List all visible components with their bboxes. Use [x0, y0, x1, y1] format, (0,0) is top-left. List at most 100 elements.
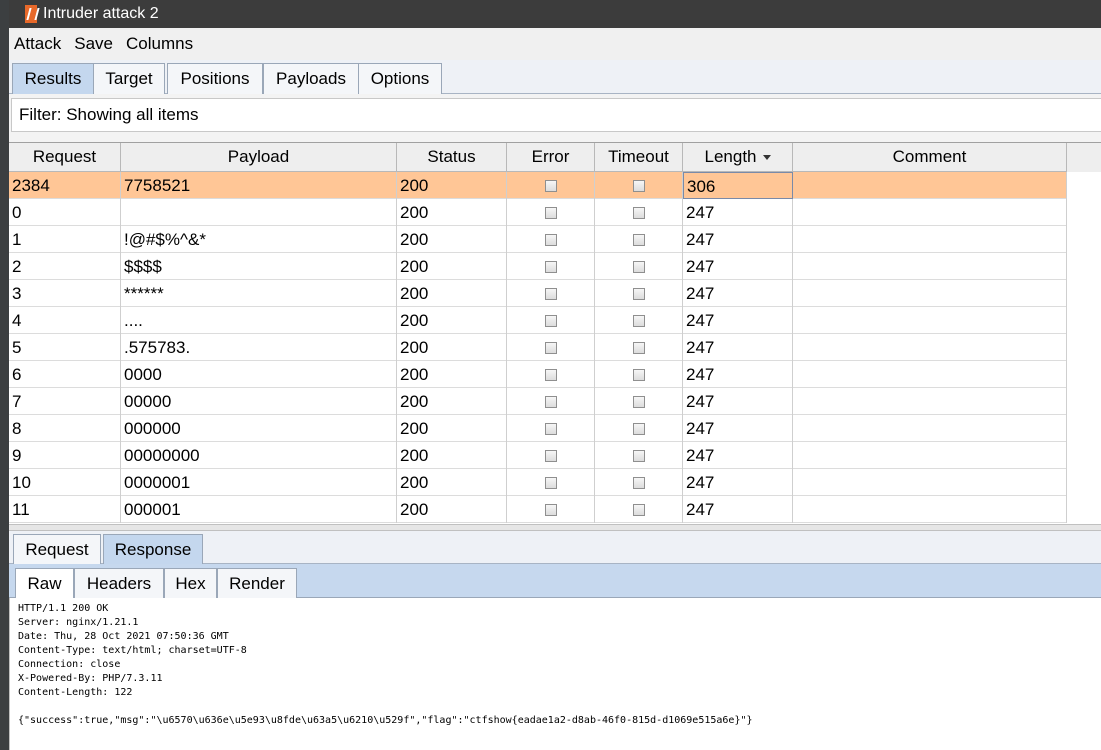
tab-response[interactable]: Response [103, 534, 203, 565]
cell-error [507, 199, 595, 226]
table-row[interactable]: 10 0000001 200 247 [9, 469, 1101, 496]
error-checkbox [544, 233, 557, 246]
cell-payload: $$$$ [121, 253, 397, 280]
column-comment[interactable]: Comment [793, 143, 1067, 172]
column-request[interactable]: Request [9, 143, 121, 172]
error-checkbox [544, 449, 557, 462]
column-error[interactable]: Error [507, 143, 595, 172]
cell-comment [793, 361, 1067, 388]
cell-request: 4 [9, 307, 121, 334]
title-bar: Intruder attack 2 [9, 0, 1101, 28]
menu-save[interactable]: Save [74, 34, 113, 54]
cell-payload: !@#$%^&* [121, 226, 397, 253]
tab-payloads[interactable]: Payloads [263, 63, 359, 94]
cell-payload: 000001 [121, 496, 397, 523]
tab-target[interactable]: Target [93, 63, 165, 94]
table-row[interactable]: 8 000000 200 247 [9, 415, 1101, 442]
cell-status: 200 [397, 361, 507, 388]
table-row[interactable]: 0 200 247 [9, 199, 1101, 226]
tab-headers[interactable]: Headers [74, 568, 164, 598]
cell-length: 247 [683, 226, 793, 253]
cell-payload: 00000000 [121, 442, 397, 469]
cell-timeout [595, 442, 683, 469]
cell-timeout [595, 280, 683, 307]
table-header: Request Payload Status Error Timeout Len… [9, 143, 1101, 172]
tab-request[interactable]: Request [13, 534, 101, 565]
column-timeout[interactable]: Timeout [595, 143, 683, 172]
cell-comment [793, 469, 1067, 496]
cell-payload: 7758521 [121, 172, 397, 199]
response-line: Connection: close [18, 659, 121, 670]
column-payload[interactable]: Payload [121, 143, 397, 172]
table-row[interactable]: 2384 7758521 200 306 [9, 172, 1101, 199]
cell-length: 247 [683, 199, 793, 226]
tab-hex[interactable]: Hex [164, 568, 217, 598]
cell-error [507, 280, 595, 307]
tab-options[interactable]: Options [358, 63, 442, 94]
tab-results[interactable]: Results [12, 63, 94, 94]
table-row[interactable]: 6 0000 200 247 [9, 361, 1101, 388]
tab-raw[interactable]: Raw [15, 568, 74, 598]
timeout-checkbox [632, 422, 645, 435]
error-checkbox [544, 422, 557, 435]
viewer-tab-bar: Request Response [9, 531, 1101, 565]
cell-payload: 0000 [121, 361, 397, 388]
cell-length: 247 [683, 361, 793, 388]
column-status[interactable]: Status [397, 143, 507, 172]
cell-comment [793, 334, 1067, 361]
menu-attack[interactable]: Attack [14, 34, 61, 54]
tab-render[interactable]: Render [217, 568, 297, 598]
table-row[interactable]: 7 00000 200 247 [9, 388, 1101, 415]
cell-timeout [595, 361, 683, 388]
window-title: Intruder attack 2 [43, 5, 159, 22]
cell-status: 200 [397, 442, 507, 469]
cell-timeout [595, 415, 683, 442]
table-row[interactable]: 5.575783. 200 247 [9, 334, 1101, 361]
response-line: Content-Type: text/html; charset=UTF-8 [18, 645, 247, 656]
timeout-checkbox [632, 503, 645, 516]
cell-request: 7 [9, 388, 121, 415]
message-view-tab-bar: Raw Headers Hex Render [9, 564, 1101, 598]
tab-positions[interactable]: Positions [167, 63, 263, 94]
cell-timeout [595, 496, 683, 523]
cell-timeout [595, 172, 683, 199]
split-pane-divider[interactable] [9, 524, 1101, 531]
error-checkbox [544, 314, 557, 327]
column-length[interactable]: Length [683, 143, 793, 172]
cell-error [507, 226, 595, 253]
cell-payload: 000000 [121, 415, 397, 442]
cell-comment [793, 280, 1067, 307]
cell-timeout [595, 199, 683, 226]
table-row[interactable]: 11 000001 200 247 [9, 496, 1101, 523]
cell-length: 247 [683, 307, 793, 334]
cell-status: 200 [397, 172, 507, 199]
cell-payload: .... [121, 307, 397, 334]
response-line: Server: nginx/1.21.1 [18, 617, 139, 628]
error-checkbox [544, 395, 557, 408]
cell-status: 200 [397, 199, 507, 226]
filter-bar[interactable]: Filter: Showing all items [11, 98, 1101, 132]
error-checkbox [544, 368, 557, 381]
cell-status: 200 [397, 469, 507, 496]
table-row[interactable]: 9 00000000 200 247 [9, 442, 1101, 469]
table-row[interactable]: 2 $$$$ 200 247 [9, 253, 1101, 280]
cell-comment [793, 307, 1067, 334]
table-row[interactable]: 4.... 200 247 [9, 307, 1101, 334]
response-line: Content-Length: 122 [18, 687, 133, 698]
cell-request: 2 [9, 253, 121, 280]
error-checkbox [544, 341, 557, 354]
cell-length: 247 [683, 469, 793, 496]
timeout-checkbox [632, 341, 645, 354]
timeout-checkbox [632, 260, 645, 273]
cell-error [507, 415, 595, 442]
cell-error [507, 469, 595, 496]
cell-comment [793, 388, 1067, 415]
table-row[interactable]: 1 !@#$%^&* 200 247 [9, 226, 1101, 253]
cell-timeout [595, 469, 683, 496]
raw-response-viewer[interactable]: HTTP/1.1 200 OK Server: nginx/1.21.1 Date:… [9, 598, 1101, 750]
cell-request: 8 [9, 415, 121, 442]
results-table: Request Payload Status Error Timeout Len… [9, 142, 1101, 524]
menu-columns[interactable]: Columns [126, 34, 193, 54]
table-row[interactable]: 3 ****** 200 247 [9, 280, 1101, 307]
cell-request: 2384 [9, 172, 121, 199]
